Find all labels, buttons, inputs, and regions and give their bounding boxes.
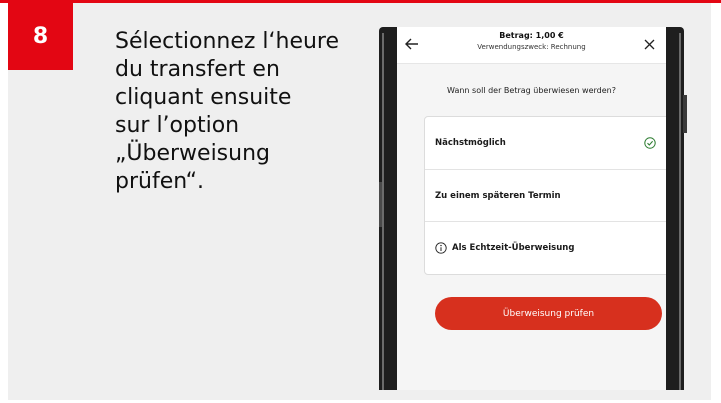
phone-screen: Betrag: 1,00 € Verwendungszweck: Rechnun… bbox=[397, 27, 666, 390]
instruction-line: „Überweisung bbox=[115, 141, 270, 166]
screen-bottom bbox=[397, 378, 666, 390]
close-button[interactable] bbox=[638, 33, 660, 55]
instruction-line: sur l’option bbox=[115, 113, 240, 138]
info-icon bbox=[435, 242, 447, 254]
phone-edge-highlight bbox=[382, 33, 384, 390]
purpose-subtitle: Verwendungszweck: Rechnung bbox=[477, 43, 586, 51]
option-instant-transfer[interactable]: Als Echtzeit-Überweisung bbox=[425, 221, 666, 274]
back-button[interactable] bbox=[401, 33, 423, 55]
option-label: Zu einem späteren Termin bbox=[435, 191, 561, 201]
transfer-time-question: Wann soll der Betrag überwiesen werden? bbox=[447, 86, 616, 95]
instruction-line: Sélectionnez l‘heure bbox=[115, 29, 340, 54]
phone-side-button bbox=[379, 182, 382, 227]
close-icon bbox=[644, 39, 654, 49]
option-label: Nächstmöglich bbox=[435, 138, 506, 148]
option-label: Als Echtzeit-Überweisung bbox=[452, 243, 575, 253]
phone-side-button bbox=[683, 95, 687, 133]
instruction-line: du transfert en bbox=[115, 57, 280, 82]
transfer-time-options: Nächstmöglich Zu einem späteren Termin A… bbox=[424, 116, 666, 275]
review-transfer-button[interactable]: Überweisung prüfen bbox=[435, 297, 662, 330]
step-number-badge: 8 bbox=[8, 3, 73, 70]
phone-edge-highlight bbox=[679, 33, 681, 390]
arrow-left-icon bbox=[405, 38, 418, 50]
amount-title: Betrag: 1,00 € bbox=[499, 31, 564, 40]
instruction-text: Sélectionnez l‘heure du transfert en cli… bbox=[115, 28, 370, 196]
phone-mockup: Betrag: 1,00 € Verwendungszweck: Rechnun… bbox=[379, 27, 687, 390]
instruction-line: prüfen“. bbox=[115, 169, 204, 194]
option-later-date[interactable]: Zu einem späteren Termin bbox=[425, 169, 666, 222]
transfer-header: Betrag: 1,00 € Verwendungszweck: Rechnun… bbox=[397, 27, 666, 64]
option-asap[interactable]: Nächstmöglich bbox=[425, 117, 666, 169]
instruction-line: cliquant ensuite bbox=[115, 85, 292, 110]
check-circle-icon bbox=[644, 137, 656, 149]
